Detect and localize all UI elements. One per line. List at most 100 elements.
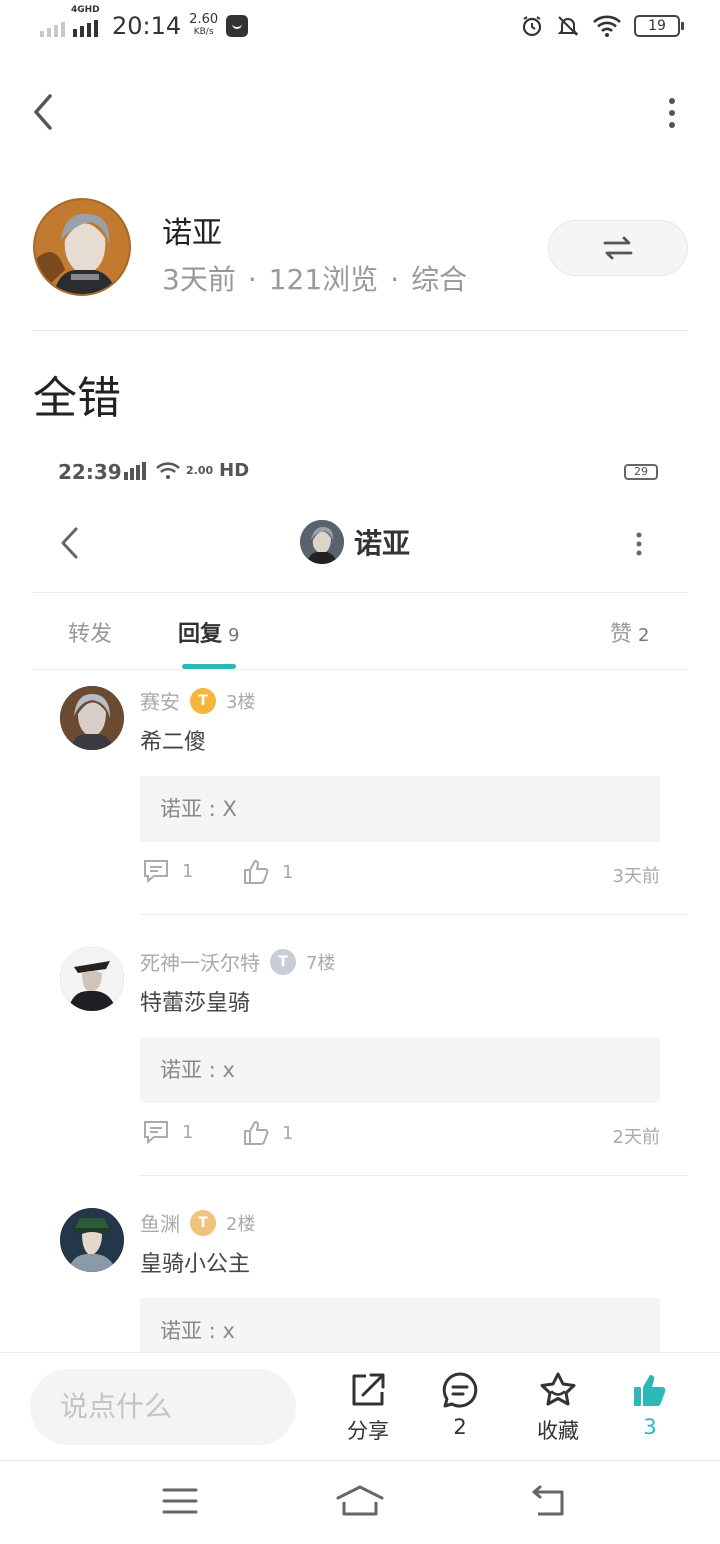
battery-indicator: 19 <box>634 15 684 37</box>
bottom-action-bar: 说点什么 分享 2 收藏 3 <box>0 1352 720 1462</box>
embedded-title: 诺亚 <box>354 527 411 560</box>
signal-icon-sim1: 4GHD <box>71 5 100 37</box>
header-divider <box>32 330 688 331</box>
post-meta: 3天前 · 121浏览 · 综合 <box>162 258 467 298</box>
post-time: 3天前 <box>162 263 236 296</box>
embedded-tab-reply: 回复 9 <box>178 616 239 648</box>
tab-label: 回复 <box>178 622 223 647</box>
quote-text: X <box>222 797 237 821</box>
tab-count: 9 <box>228 625 240 646</box>
reply-comment-stat: 1 <box>142 858 193 884</box>
author-avatar[interactable] <box>33 198 131 296</box>
system-nav-divider <box>0 1460 720 1461</box>
network-type: 4GHD <box>71 5 100 15</box>
more-options-button[interactable] <box>664 96 680 130</box>
vertical-dots-icon <box>636 532 642 556</box>
tab-label: 赞 <box>610 622 633 647</box>
embedded-tab-like: 赞2 <box>610 616 649 648</box>
back-button[interactable] <box>28 90 68 134</box>
reply-user: 鱼渊 T 2楼 <box>140 1208 255 1237</box>
reply-like-count: 1 <box>282 1122 294 1144</box>
post-category[interactable]: 综合 <box>411 263 467 296</box>
reply-text: 皇骑小公主 <box>140 1252 251 1277</box>
reply-floor: 2楼 <box>226 1213 256 1235</box>
reply-floor: 7楼 <box>306 952 336 974</box>
embedded-status-icons: 2.00 HD <box>124 460 249 481</box>
swap-button[interactable] <box>548 220 688 276</box>
avatar-portrait-icon <box>300 520 344 564</box>
level-badge-icon: T <box>270 948 296 975</box>
avatar-portrait-icon <box>60 686 124 750</box>
home-button[interactable] <box>334 1484 386 1522</box>
speed-unit: KB/s <box>193 27 214 37</box>
recent-apps-button[interactable] <box>160 1484 200 1522</box>
reply-text: 希二傻 <box>140 730 207 755</box>
comment-icon <box>144 860 168 884</box>
comment-bubble-icon <box>442 1372 478 1408</box>
reply-avatar <box>60 947 124 1011</box>
reply-username: 赛安 <box>140 690 180 714</box>
reply-quote: 诺亚 : X <box>140 776 660 842</box>
wifi-icon <box>593 15 621 37</box>
quote-user: 诺亚 <box>160 1319 202 1343</box>
clock: 20:14 <box>112 12 182 40</box>
embedded-tab-repost: 转发 <box>68 616 112 648</box>
reply-comment-count: 1 <box>182 1121 194 1143</box>
embedded-back-icon <box>58 526 82 564</box>
thumbs-up-filled-icon <box>634 1375 666 1406</box>
reply-avatar <box>60 686 124 750</box>
status-bar: 4GHD 20:14 2.60 KB/s 19 <box>0 0 720 58</box>
meta-separator: · <box>390 263 400 296</box>
post-views: 121浏览 <box>268 263 379 296</box>
avatar-portrait-icon <box>60 1208 124 1272</box>
embedded-battery: 29 <box>624 464 658 480</box>
notification-app-icon <box>226 15 249 37</box>
author-name[interactable]: 诺亚 <box>162 208 222 252</box>
alarm-icon <box>522 16 542 37</box>
reply-time: 3天前 <box>612 866 660 887</box>
like-button[interactable]: 3 <box>610 1371 690 1439</box>
share-icon <box>352 1373 385 1406</box>
comment-button[interactable]: 2 <box>420 1371 500 1439</box>
network-speed: 2.60 KB/s <box>189 12 219 38</box>
tab-label: 转发 <box>68 622 113 647</box>
thumbs-up-icon <box>244 860 269 884</box>
reply-time: 2天前 <box>612 1127 660 1148</box>
back-arrow-icon <box>532 1485 564 1516</box>
speed-value: 2.60 <box>189 12 219 27</box>
post-title: 全错 <box>33 373 121 424</box>
reply-username: 鱼渊 <box>140 1212 180 1236</box>
reply-comment-stat: 1 <box>142 1119 193 1145</box>
reply-divider <box>140 1175 688 1176</box>
home-icon <box>336 1485 384 1516</box>
level-badge-icon: T <box>190 687 216 714</box>
quote-user: 诺亚 <box>160 797 202 821</box>
post-image[interactable]: 22:39 2.00 HD 29 诺亚 转发 回复 9 赞2 赛安 T 3楼 希… <box>32 440 688 1352</box>
quote-user: 诺亚 <box>160 1058 202 1082</box>
reply-like-count: 1 <box>282 861 294 883</box>
like-count: 3 <box>643 1415 657 1439</box>
chevron-left-icon <box>34 94 52 130</box>
comment-icon <box>144 1121 168 1145</box>
reply-like-stat: 1 <box>242 1119 293 1147</box>
favorite-button[interactable]: 收藏 <box>518 1371 598 1445</box>
reply-user: 赛安 T 3楼 <box>140 686 255 715</box>
embedded-avatar <box>300 520 344 564</box>
chevron-left-icon <box>61 527 78 559</box>
reply-actions: 1 1 3天前 <box>140 858 660 890</box>
vertical-dots-icon <box>669 98 675 128</box>
system-back-button[interactable] <box>528 1484 570 1522</box>
comment-count: 2 <box>453 1415 467 1439</box>
reply-divider <box>140 914 688 915</box>
embedded-signal-icon <box>124 461 146 480</box>
reply-username: 死神一沃尔特 <box>140 951 260 975</box>
star-icon <box>540 1372 576 1406</box>
embedded-clock: 22:39 <box>58 460 122 484</box>
comment-input[interactable]: 说点什么 <box>30 1369 296 1445</box>
share-button[interactable]: 分享 <box>328 1371 408 1445</box>
menu-lines-icon <box>162 1488 198 1514</box>
embedded-hd: HD <box>219 460 250 481</box>
reply-avatar <box>60 1208 124 1272</box>
mute-bell-icon <box>557 16 579 36</box>
swap-arrows-icon <box>603 236 633 260</box>
